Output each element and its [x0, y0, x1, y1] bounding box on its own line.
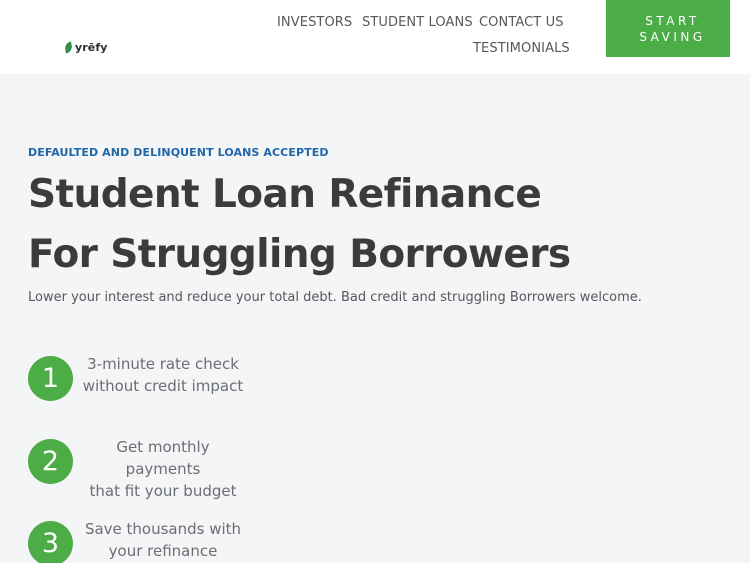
- step-number-badge: 1: [28, 356, 73, 401]
- brand-logo[interactable]: yrēfy: [64, 41, 108, 54]
- step-item: 2 Get monthly payments that fit your bud…: [28, 438, 288, 500]
- step-item: 1 3-minute rate check without credit imp…: [28, 353, 288, 404]
- nav-investors[interactable]: INVESTORS: [277, 15, 352, 30]
- step-text-line1: 3-minute rate check: [87, 355, 239, 373]
- step-text-line1: Save thousands with: [84, 520, 242, 538]
- start-saving-button[interactable]: START SAVING: [606, 0, 730, 57]
- start-saving-line2: SAVING: [639, 29, 706, 44]
- hero-headline: Student Loan Refinance For Struggling Bo…: [28, 165, 571, 285]
- step-text-line2: without credit impact: [82, 377, 244, 395]
- step-number-badge: 2: [28, 439, 73, 484]
- step-text-line2: your refinance: [108, 542, 218, 560]
- step-text: Save thousands with your refinance: [78, 518, 248, 562]
- hero-subtitle: Lower your interest and reduce your tota…: [28, 290, 642, 305]
- step-text-line1: Get monthly payments: [116, 438, 210, 478]
- step-number-badge: 3: [28, 521, 73, 563]
- step-item: 3 Save thousands with your refinance: [28, 518, 288, 563]
- step-text: Get monthly payments that fit your budge…: [78, 436, 248, 502]
- brand-name: yrēfy: [75, 41, 108, 54]
- site-header: yrēfy INVESTORS STUDENT LOANS CONTACT US…: [0, 0, 750, 74]
- nav-student-loans[interactable]: STUDENT LOANS: [362, 15, 473, 30]
- hero-eyebrow: DEFAULTED AND DELINQUENT LOANS ACCEPTED: [28, 146, 329, 159]
- nav-contact-us[interactable]: CONTACT US: [479, 15, 564, 30]
- nav-testimonials[interactable]: TESTIMONIALS: [473, 41, 570, 56]
- hero-headline-line1: Student Loan Refinance: [28, 172, 542, 217]
- leaf-icon: [64, 41, 73, 54]
- hero-headline-line2: For Struggling Borrowers: [28, 232, 571, 277]
- step-text: 3-minute rate check without credit impac…: [78, 353, 248, 397]
- step-text-line2: that fit your budget: [89, 482, 237, 500]
- start-saving-line1: START: [645, 13, 700, 28]
